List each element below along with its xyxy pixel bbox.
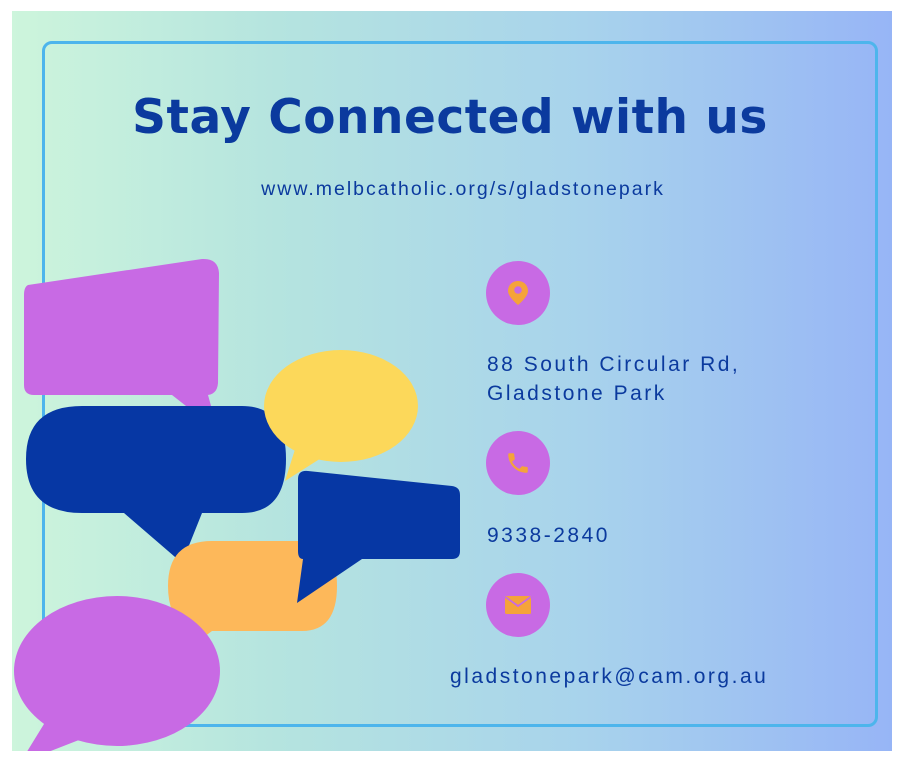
email-icon-badge — [486, 573, 550, 637]
envelope-icon — [504, 596, 532, 614]
speech-bubble-yellow — [264, 350, 418, 481]
address-text: 88 South Circular Rd, Gladstone Park — [487, 350, 740, 408]
phone-number: 9338-2840 — [487, 524, 610, 547]
phone-icon-badge — [486, 431, 550, 495]
speech-bubble-purple-top — [24, 258, 219, 431]
speech-bubble-purple-bottom — [14, 596, 220, 751]
address-line-2: Gladstone Park — [487, 382, 667, 405]
speech-bubble-navy-right — [297, 470, 460, 603]
address-icon-badge — [486, 261, 550, 325]
location-pin-icon — [508, 281, 528, 305]
address-line-1: 88 South Circular Rd, — [487, 353, 741, 376]
speech-bubble-navy-left — [26, 406, 286, 563]
website-url: www.melbcatholic.org/s/gladstonepark — [261, 178, 665, 200]
phone-icon — [508, 453, 528, 473]
page-title: Stay Connected with us — [132, 90, 768, 145]
email-address: gladstonepark@cam.org.au — [450, 665, 769, 688]
